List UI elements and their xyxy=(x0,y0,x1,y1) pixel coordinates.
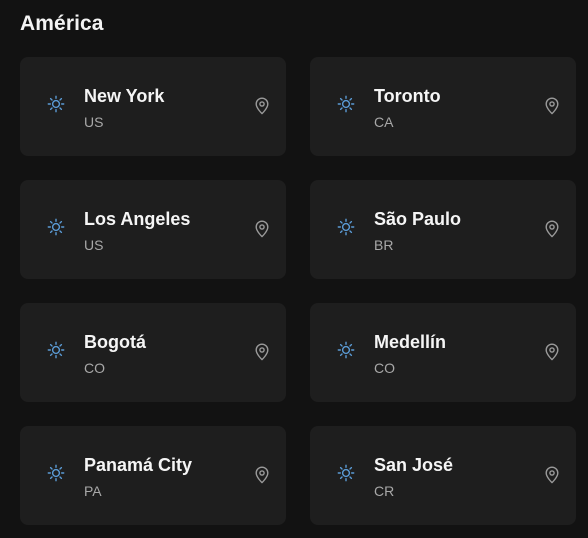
city-card-sao-paulo[interactable]: São Paulo BR xyxy=(310,180,576,279)
city-name: San José xyxy=(374,455,454,475)
sun-icon xyxy=(337,464,355,482)
sun-icon xyxy=(337,218,355,236)
map-pin-icon[interactable] xyxy=(254,343,270,361)
country-code: CA xyxy=(374,114,394,130)
city-card-new-york[interactable]: New York US xyxy=(20,57,286,156)
country-code: BR xyxy=(374,237,394,253)
section-title: América xyxy=(20,12,104,35)
city-name: Toronto xyxy=(374,86,441,106)
country-code: CO xyxy=(84,360,105,376)
country-code: CO xyxy=(374,360,395,376)
country-code: US xyxy=(84,237,104,253)
city-card-los-angeles[interactable]: Los Angeles US xyxy=(20,180,286,279)
city-name: Medellín xyxy=(374,332,447,352)
sun-icon xyxy=(47,95,65,113)
map-pin-icon[interactable] xyxy=(254,466,270,484)
city-card-panama-city[interactable]: Panamá City PA xyxy=(20,426,286,525)
map-pin-icon[interactable] xyxy=(254,97,270,115)
city-name: Panamá City xyxy=(84,455,193,475)
map-pin-icon[interactable] xyxy=(544,343,560,361)
country-code: US xyxy=(84,114,104,130)
city-name: Los Angeles xyxy=(84,209,191,229)
map-pin-icon[interactable] xyxy=(544,466,560,484)
city-name: New York xyxy=(84,86,165,106)
sun-icon xyxy=(47,464,65,482)
city-card-bogota[interactable]: Bogotá CO xyxy=(20,303,286,402)
sun-icon xyxy=(337,95,355,113)
map-pin-icon[interactable] xyxy=(544,97,560,115)
sun-icon xyxy=(47,218,65,236)
city-card-toronto[interactable]: Toronto CA xyxy=(310,57,576,156)
city-grid: New York US Toronto CA Los Angeles US Sã… xyxy=(20,57,576,525)
city-card-san-jose[interactable]: San José CR xyxy=(310,426,576,525)
city-name: São Paulo xyxy=(374,209,462,229)
map-pin-icon[interactable] xyxy=(544,220,560,238)
country-code: CR xyxy=(374,483,395,499)
city-card-medellin[interactable]: Medellín CO xyxy=(310,303,576,402)
map-pin-icon[interactable] xyxy=(254,220,270,238)
sun-icon xyxy=(337,341,355,359)
city-name: Bogotá xyxy=(84,332,146,352)
sun-icon xyxy=(47,341,65,359)
country-code: PA xyxy=(84,483,102,499)
